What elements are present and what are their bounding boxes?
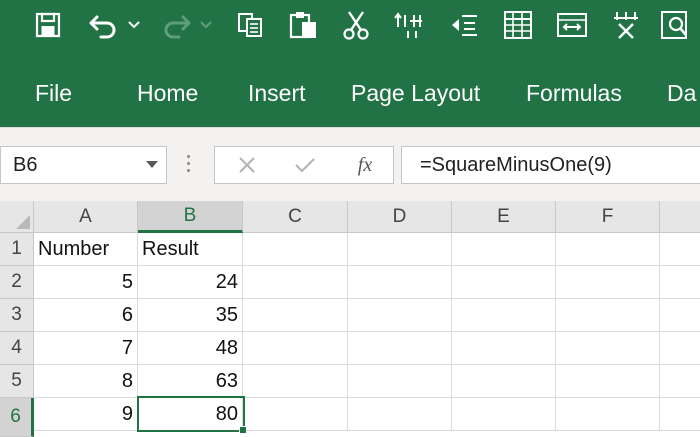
- cell-e2[interactable]: [452, 266, 556, 299]
- cell-b1[interactable]: Result: [138, 233, 243, 266]
- fill-handle[interactable]: [239, 426, 247, 434]
- copy-icon[interactable]: [232, 6, 268, 44]
- cell-c3[interactable]: [243, 299, 348, 332]
- cell-e3[interactable]: [452, 299, 556, 332]
- cell-b3[interactable]: 35: [138, 299, 243, 332]
- save-icon[interactable]: [30, 6, 66, 44]
- indent-icon[interactable]: [446, 6, 482, 44]
- row-header-5[interactable]: 5: [0, 365, 34, 398]
- cell-g3[interactable]: [660, 299, 700, 332]
- clear-filter-icon[interactable]: [608, 6, 644, 44]
- cell-g5[interactable]: [660, 365, 700, 398]
- cell-b4[interactable]: 48: [138, 332, 243, 365]
- cell-f3[interactable]: [556, 299, 660, 332]
- cell-f4[interactable]: [556, 332, 660, 365]
- cell-f2[interactable]: [556, 266, 660, 299]
- column-header-e[interactable]: E: [452, 201, 556, 233]
- ribbon: File Home Insert Page Layout Formulas Da: [0, 0, 700, 127]
- menu-file[interactable]: File: [35, 80, 72, 107]
- cell-c5[interactable]: [243, 365, 348, 398]
- menu-formulas[interactable]: Formulas: [526, 80, 622, 107]
- cell-d1[interactable]: [348, 233, 452, 266]
- cell-a5[interactable]: 8: [34, 365, 138, 398]
- cell-d6[interactable]: [348, 398, 452, 431]
- undo-icon[interactable]: [86, 6, 122, 44]
- cell-a1[interactable]: Number: [34, 233, 138, 266]
- select-all-button[interactable]: [0, 201, 34, 233]
- cut-icon[interactable]: [338, 6, 374, 44]
- column-header-c[interactable]: C: [243, 201, 348, 233]
- cell-c2[interactable]: [243, 266, 348, 299]
- find-icon[interactable]: [660, 6, 700, 44]
- menu-data[interactable]: Da: [667, 80, 696, 107]
- menu-page-layout[interactable]: Page Layout: [351, 80, 480, 107]
- column-header-d[interactable]: D: [348, 201, 452, 233]
- row-header-1[interactable]: 1: [0, 233, 34, 266]
- cell-a4[interactable]: 7: [34, 332, 138, 365]
- cell-g4[interactable]: [660, 332, 700, 365]
- formula-input[interactable]: =SquareMinusOne(9): [401, 146, 700, 184]
- row-header-2[interactable]: 2: [0, 266, 34, 299]
- table-icon[interactable]: [500, 6, 536, 44]
- cell-g6[interactable]: [660, 398, 700, 431]
- paste-icon[interactable]: [284, 6, 324, 44]
- select-all-triangle-icon: [16, 215, 30, 229]
- column-header-a[interactable]: A: [34, 201, 138, 233]
- cell-g2[interactable]: [660, 266, 700, 299]
- redo-dropdown-icon[interactable]: [196, 6, 216, 44]
- column-width-icon[interactable]: [554, 6, 590, 44]
- cell-a3[interactable]: 6: [34, 299, 138, 332]
- cell-c1[interactable]: [243, 233, 348, 266]
- cell-e1[interactable]: [452, 233, 556, 266]
- name-box-value: B6: [13, 154, 38, 176]
- cell-d5[interactable]: [348, 365, 452, 398]
- row-header-6[interactable]: 6: [0, 398, 34, 437]
- menu-home[interactable]: Home: [137, 80, 198, 107]
- row-header-4[interactable]: 4: [0, 332, 34, 365]
- cell-f5[interactable]: [556, 365, 660, 398]
- cell-c4[interactable]: [243, 332, 348, 365]
- cell-g1[interactable]: [660, 233, 700, 266]
- fx-label: fx: [357, 153, 373, 176]
- cell-b6[interactable]: 80: [138, 398, 243, 431]
- cell-a2[interactable]: 5: [34, 266, 138, 299]
- cell-d4[interactable]: [348, 332, 452, 365]
- sort-icon[interactable]: [392, 6, 428, 44]
- row-header-3[interactable]: 3: [0, 299, 34, 332]
- column-header-b[interactable]: B: [138, 201, 243, 233]
- formula-tools: fx: [214, 146, 394, 184]
- cell-f1[interactable]: [556, 233, 660, 266]
- cell-d2[interactable]: [348, 266, 452, 299]
- cell-d3[interactable]: [348, 299, 452, 332]
- redo-icon[interactable]: [158, 6, 194, 44]
- column-header-f[interactable]: F: [556, 201, 660, 233]
- chevron-down-icon[interactable]: [146, 161, 158, 168]
- cell-e4[interactable]: [452, 332, 556, 365]
- undo-dropdown-icon[interactable]: [124, 6, 144, 44]
- drag-handle-icon[interactable]: [187, 155, 190, 176]
- name-box[interactable]: B6: [0, 146, 167, 184]
- formula-text: =SquareMinusOne(9): [420, 154, 612, 176]
- menu-insert[interactable]: Insert: [248, 80, 306, 107]
- cell-e5[interactable]: [452, 365, 556, 398]
- cell-f6[interactable]: [556, 398, 660, 431]
- cancel-icon[interactable]: [229, 147, 265, 183]
- cell-a6[interactable]: 9: [34, 398, 138, 431]
- cell-e6[interactable]: [452, 398, 556, 431]
- cell-b2[interactable]: 24: [138, 266, 243, 299]
- formula-bar: B6 fx =SquareMinusOne(9): [0, 127, 700, 201]
- cell-b5[interactable]: 63: [138, 365, 243, 398]
- cell-c6[interactable]: [243, 398, 348, 431]
- column-header-g[interactable]: [660, 201, 700, 233]
- insert-function-icon[interactable]: fx: [347, 147, 383, 183]
- check-icon[interactable]: [287, 147, 323, 183]
- spreadsheet-grid: A B C D E F 1 2 3 4 5 6 Number Result 5 …: [0, 201, 700, 437]
